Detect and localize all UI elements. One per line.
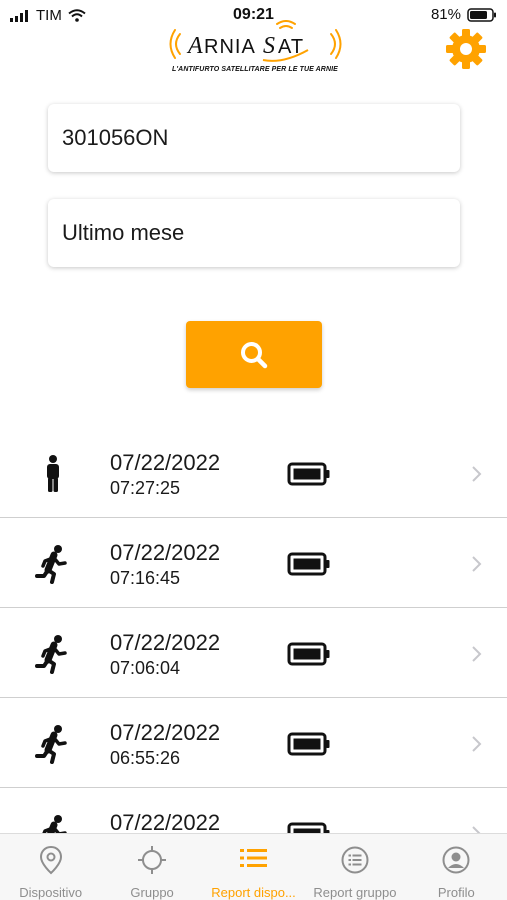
- chevron-right-icon: [472, 556, 482, 572]
- battery-full-icon: [287, 732, 330, 756]
- chevron-right-icon: [472, 646, 482, 662]
- chevron-right-icon: [472, 466, 482, 482]
- device-value: 301056ON: [62, 125, 169, 150]
- period-value: Ultimo mese: [62, 220, 185, 245]
- svg-text:S: S: [263, 33, 275, 59]
- tab-report-dispositivo[interactable]: Report dispo...: [203, 834, 304, 900]
- list-item[interactable]: 07/22/2022: [0, 788, 507, 833]
- device-select[interactable]: 301056ON: [48, 104, 460, 172]
- battery-full-icon: [287, 462, 330, 486]
- logo-tagline: L'ANTIFURTO SATELLITARE PER LE TUE ARNIE: [172, 66, 338, 73]
- report-time: 07:06:04: [110, 658, 181, 678]
- report-date: 07/22/2022: [110, 540, 221, 565]
- list-circle-icon: [341, 846, 369, 874]
- battery-full-icon: [287, 552, 330, 576]
- tab-gruppo[interactable]: Gruppo: [101, 834, 202, 900]
- chevron-right-icon: [472, 736, 482, 752]
- tab-label: Report dispo...: [211, 885, 296, 900]
- report-time: 06:55:26: [110, 748, 181, 768]
- chevron-right-icon: [472, 826, 481, 833]
- search-icon: [241, 341, 268, 368]
- location-pin-icon: [39, 845, 62, 875]
- tab-label: Dispositivo: [19, 885, 83, 900]
- battery-full-icon: [287, 642, 330, 666]
- report-date: 07/22/2022: [110, 810, 221, 833]
- list-item[interactable]: 07/22/2022 07:16:45: [0, 518, 507, 608]
- period-select[interactable]: Ultimo mese: [48, 199, 460, 267]
- report-date: 07/22/2022: [110, 630, 221, 655]
- tab-profilo[interactable]: Profilo: [406, 834, 507, 900]
- battery-full-icon: [287, 822, 330, 833]
- person-running-icon: [35, 545, 67, 584]
- tab-label: Gruppo: [130, 885, 174, 900]
- tab-dispositivo[interactable]: Dispositivo: [0, 834, 101, 900]
- gear-icon[interactable]: [445, 28, 487, 70]
- svg-text:A: A: [186, 33, 203, 59]
- report-list: 07/22/2022 07:27:25 07/22/2022 07:16:45: [0, 428, 507, 833]
- list-item[interactable]: 07/22/2022 07:27:25: [0, 428, 507, 518]
- battery-percent: 81%: [430, 6, 461, 23]
- list-item[interactable]: 07/22/2022 06:55:26: [0, 698, 507, 788]
- person-running-icon: [35, 635, 67, 674]
- tab-label: Profilo: [437, 885, 475, 900]
- crosshair-icon: [138, 846, 167, 874]
- phone-battery-icon: [467, 7, 496, 22]
- report-time: 07:27:25: [110, 478, 181, 498]
- status-right: 81%: [431, 6, 497, 23]
- user-icon: [442, 846, 470, 874]
- list-icon: [239, 849, 267, 867]
- person-running-icon: [42, 815, 67, 833]
- person-running-icon: [35, 725, 67, 764]
- person-standing-icon: [47, 455, 59, 492]
- tab-report-gruppo[interactable]: Report gruppo: [304, 834, 405, 900]
- tab-bar: Dispositivo Gruppo Report dispo... Repor…: [0, 833, 507, 900]
- list-item[interactable]: 07/22/2022 07:06:04: [0, 608, 507, 698]
- svg-text:RNIA: RNIA: [204, 36, 256, 58]
- tab-label: Report gruppo: [313, 885, 397, 900]
- report-time: 07:16:45: [110, 568, 181, 588]
- report-date: 07/22/2022: [110, 450, 221, 475]
- report-date: 07/22/2022: [110, 720, 221, 745]
- search-button[interactable]: [186, 321, 322, 388]
